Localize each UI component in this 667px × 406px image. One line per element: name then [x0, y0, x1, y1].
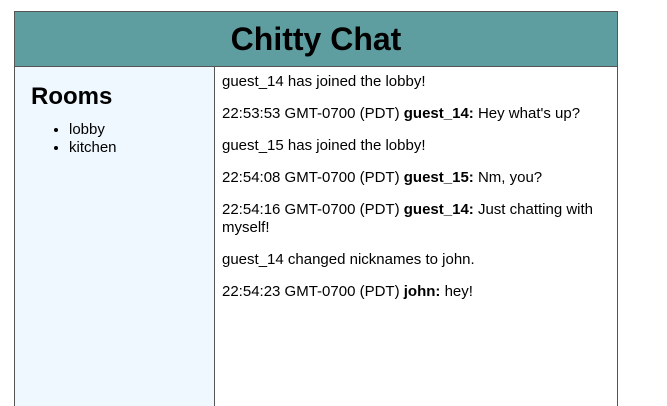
message-timestamp: 22:53:53 GMT-0700 (PDT) — [222, 105, 400, 122]
app-body: Rooms lobby kitchen guest_14 has joined … — [15, 67, 617, 406]
system-message-text: guest_14 has joined the lobby! — [222, 73, 426, 90]
message-item: 22:54:23 GMT-0700 (PDT) john: hey! — [222, 283, 610, 301]
message-item: guest_14 has joined the lobby! — [222, 73, 610, 91]
rooms-heading: Rooms — [31, 83, 113, 110]
message-nick: john: — [403, 283, 441, 300]
system-message-text: guest_15 has joined the lobby! — [222, 137, 426, 154]
rooms-list: lobby kitchen — [31, 121, 198, 157]
message-text: hey! — [444, 283, 473, 300]
room-item-lobby[interactable]: lobby — [69, 121, 198, 139]
system-message-text: guest_14 changed nicknames to john. — [222, 251, 475, 268]
app-header: Chitty Chat — [15, 12, 617, 67]
chat-app: Chitty Chat Rooms lobby kitchen guest_14… — [14, 11, 618, 406]
app-title: Chitty Chat — [230, 20, 402, 57]
message-item: guest_15 has joined the lobby! — [222, 137, 610, 155]
message-timestamp: 22:54:08 GMT-0700 (PDT) — [222, 169, 400, 186]
message-list: guest_14 has joined the lobby! 22:53:53 … — [215, 67, 617, 406]
message-item: guest_14 changed nicknames to john. — [222, 251, 610, 269]
rooms-sidebar: Rooms lobby kitchen — [15, 67, 215, 406]
message-item: 22:54:16 GMT-0700 (PDT) guest_14: Just c… — [222, 201, 610, 237]
message-timestamp: 22:54:23 GMT-0700 (PDT) — [222, 283, 400, 300]
message-item: 22:53:53 GMT-0700 (PDT) guest_14: Hey wh… — [222, 105, 610, 123]
message-text: Nm, you? — [477, 169, 543, 186]
message-nick: guest_15: — [403, 169, 474, 186]
message-text: Hey what's up? — [477, 105, 581, 122]
room-item-kitchen[interactable]: kitchen — [69, 139, 198, 157]
message-nick: guest_14: — [403, 201, 474, 218]
message-timestamp: 22:54:16 GMT-0700 (PDT) — [222, 201, 400, 218]
message-nick: guest_14: — [403, 105, 474, 122]
message-item: 22:54:08 GMT-0700 (PDT) guest_15: Nm, yo… — [222, 169, 610, 187]
